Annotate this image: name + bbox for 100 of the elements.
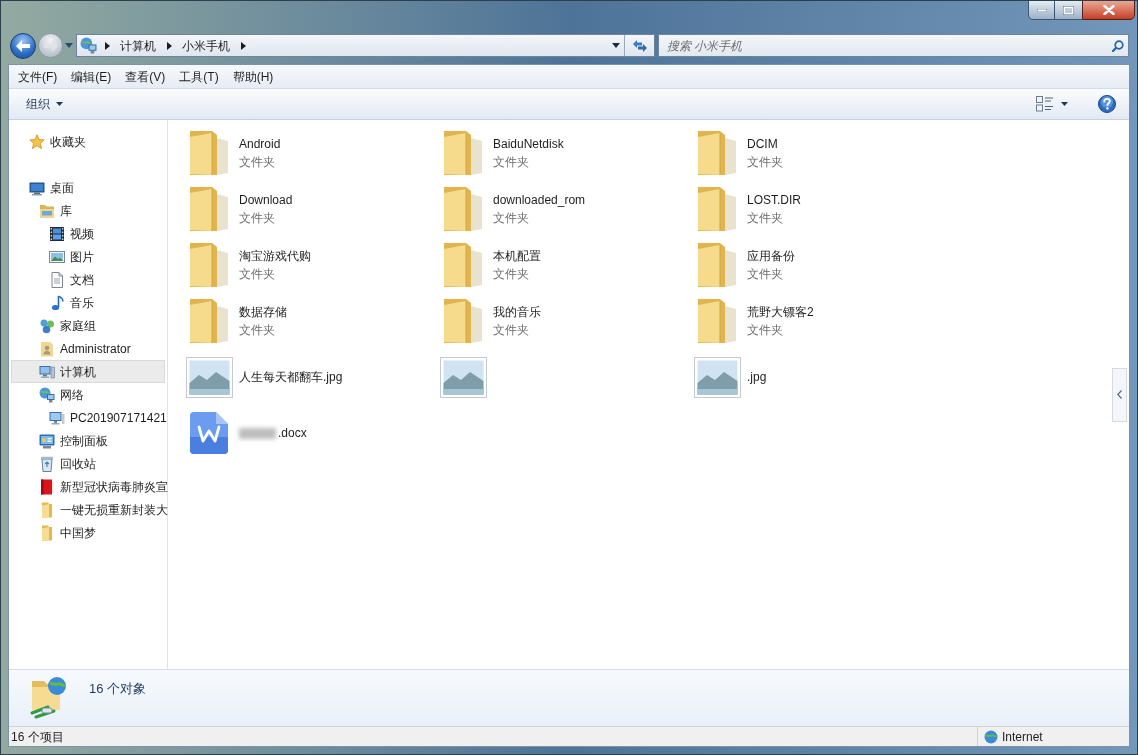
- folder-icon[interactable]: [695, 298, 739, 344]
- file-name[interactable]: 淘宝游戏代购: [239, 247, 311, 265]
- library-folder-icon: [39, 202, 55, 219]
- folder-icon[interactable]: [187, 242, 231, 288]
- nav-pane-item[interactable]: 中国梦: [39, 523, 96, 542]
- breadcrumb[interactable]: 计算机: [117, 36, 159, 55]
- help-icon[interactable]: [1098, 95, 1116, 113]
- back-arrow-icon: [16, 39, 30, 52]
- nav-pane-item[interactable]: 新型冠状病毒肺炎宣: [39, 477, 168, 496]
- nav-pane-item[interactable]: 音乐: [49, 293, 94, 312]
- menu-item[interactable]: 帮助(H): [227, 67, 279, 86]
- file-name[interactable]: LOST.DIR: [747, 191, 801, 209]
- file-name[interactable]: 应用备份: [747, 247, 795, 265]
- file-name[interactable]: DCIM: [747, 135, 778, 153]
- landscape-thumbnail[interactable]: [439, 356, 487, 398]
- folder-icon[interactable]: [441, 130, 485, 176]
- file-name[interactable]: 荒野大镖客2: [747, 303, 814, 321]
- folder-icon[interactable]: [441, 242, 485, 288]
- user-folder-icon: [39, 340, 55, 357]
- breadcrumb-arrow-icon[interactable]: [166, 41, 172, 50]
- folder-icon[interactable]: [695, 186, 739, 232]
- file-name[interactable]: .jpg: [747, 368, 767, 386]
- breadcrumb[interactable]: 小米手机: [179, 36, 233, 55]
- nav-pane-item[interactable]: 收藏夹: [29, 132, 86, 151]
- breadcrumb-arrow-icon[interactable]: [104, 41, 110, 50]
- file-type: 文件夹: [239, 266, 276, 283]
- menu-item[interactable]: 文件(F): [13, 67, 63, 86]
- folder-icon[interactable]: [695, 242, 739, 288]
- file-name[interactable]: BaiduNetdisk: [493, 135, 564, 153]
- file-type: 文件夹: [239, 210, 276, 227]
- nav-pane-item[interactable]: 文档: [49, 270, 94, 289]
- recycle-bin-icon: [39, 455, 55, 472]
- nav-pane-item[interactable]: PC201907171421: [49, 408, 167, 427]
- close-button[interactable]: [1082, 1, 1135, 20]
- file-type: 文件夹: [747, 322, 784, 339]
- file-name[interactable]: 人生每天都翻车.jpg: [239, 368, 343, 386]
- landscape-thumbnail[interactable]: [185, 356, 233, 398]
- menu-item[interactable]: 查看(V): [120, 67, 171, 86]
- wps-document-icon[interactable]: [190, 412, 228, 454]
- file-name[interactable]: 我的音乐: [493, 303, 541, 321]
- file-name[interactable]: 本机配置: [493, 247, 541, 265]
- nav-pane-item[interactable]: 桌面: [29, 178, 74, 197]
- folder-icon[interactable]: [441, 186, 485, 232]
- nav-pane-item[interactable]: 控制面板: [39, 431, 108, 450]
- star-icon: [29, 133, 45, 150]
- nav-pane-item[interactable]: 库: [39, 201, 72, 220]
- security-zone: Internet: [1002, 728, 1043, 746]
- file-name[interactable]: .docx: [278, 424, 307, 442]
- menu-item[interactable]: 工具(T): [174, 67, 224, 86]
- item-count: 16 个项目: [10, 728, 64, 746]
- nav-pane-item[interactable]: 网络: [39, 385, 84, 404]
- maximize-button[interactable]: [1055, 1, 1082, 20]
- file-type: 文件夹: [493, 266, 530, 283]
- file-name[interactable]: Android: [239, 135, 281, 153]
- folder-icon[interactable]: [187, 130, 231, 176]
- file-name[interactable]: 数据存储: [239, 303, 287, 321]
- globe-icon: [984, 729, 998, 744]
- view-list-icon: [1036, 96, 1053, 112]
- nav-pane-item[interactable]: 计算机: [11, 360, 165, 383]
- file-name[interactable]: downloaded_rom: [493, 191, 586, 209]
- nav-pane-item[interactable]: 一键无损重新封装大: [39, 500, 168, 519]
- back-button[interactable]: [10, 32, 36, 59]
- folder-icon: [39, 501, 55, 518]
- nav-pane-item[interactable]: 回收站: [39, 454, 96, 473]
- close-icon: [1102, 5, 1115, 15]
- nav-pane-item[interactable]: 图片: [49, 247, 94, 266]
- picture-icon: [49, 248, 65, 265]
- file-type: 文件夹: [239, 322, 276, 339]
- folder-icon[interactable]: [187, 298, 231, 344]
- breadcrumb-arrow-icon[interactable]: [240, 41, 246, 50]
- nav-pane-item[interactable]: Administrator: [39, 339, 131, 358]
- folder-icon[interactable]: [441, 298, 485, 344]
- file-type: 文件夹: [493, 154, 530, 171]
- item-count-summary: 16 个对象: [89, 680, 147, 698]
- music-note-icon: [49, 294, 65, 311]
- caret-icon: [65, 43, 73, 48]
- file-name[interactable]: Download: [239, 191, 293, 209]
- network-globe-icon: [39, 386, 55, 403]
- nav-pane-item[interactable]: 视频: [49, 224, 94, 243]
- file-type: 文件夹: [747, 154, 783, 171]
- minimize-button[interactable]: [1028, 1, 1055, 20]
- folder-icon[interactable]: [695, 130, 739, 176]
- file-type: 文件夹: [747, 266, 784, 283]
- nav-pane-item[interactable]: 家庭组: [39, 316, 96, 335]
- caret-icon: [611, 43, 620, 48]
- landscape-thumbnail[interactable]: [693, 356, 741, 398]
- folder-icon[interactable]: [187, 186, 231, 232]
- organize-button[interactable]: 组织: [19, 92, 70, 116]
- computer-icon: [49, 409, 65, 426]
- menu-item[interactable]: 编辑(E): [66, 67, 117, 86]
- document-icon: [49, 271, 65, 288]
- address-bar[interactable]: 计算机 小米手机: [76, 34, 655, 57]
- caret-icon: [56, 102, 63, 106]
- preview-pane-toggle[interactable]: [1112, 367, 1127, 422]
- refresh-icon: [631, 38, 648, 53]
- file-type: 文件夹: [493, 322, 530, 339]
- film-strip-icon: [49, 225, 65, 242]
- minimize-icon: [1036, 8, 1047, 12]
- homegroup-icon: [39, 317, 55, 334]
- book-icon: [39, 478, 55, 495]
